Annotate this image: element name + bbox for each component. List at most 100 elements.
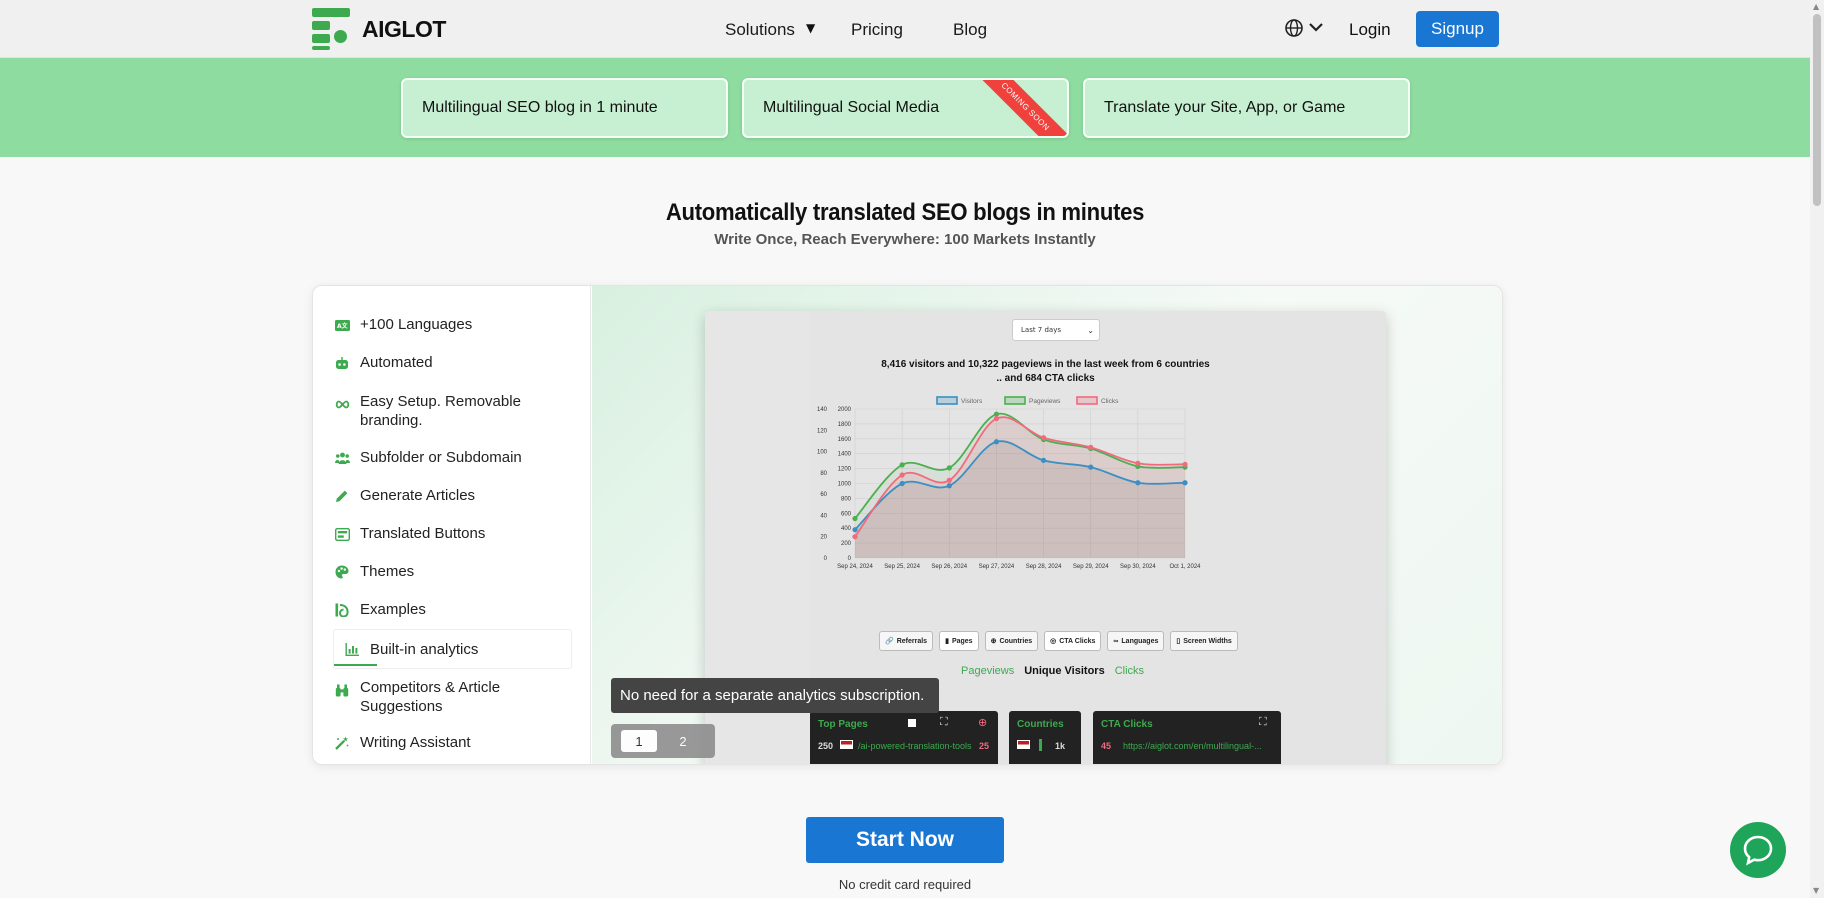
tab-countries[interactable]: ⊕ Countries [984, 631, 1039, 651]
sidebar-item-themes[interactable]: Themes [334, 563, 613, 580]
right-axis-tick-label: 1400 [838, 452, 852, 458]
chat-widget-button[interactable] [1730, 822, 1786, 878]
countries-card: Countries 1k [1009, 711, 1081, 764]
fullscreen-icon[interactable]: ⛶ [1259, 716, 1267, 729]
phone-icon: ▯ [1176, 638, 1181, 645]
data-point-visitors [1182, 480, 1188, 486]
stop-icon[interactable] [908, 719, 916, 727]
card-translate-site[interactable]: Translate your Site, App, or Game [1083, 78, 1410, 138]
login-link[interactable]: Login [1349, 20, 1391, 40]
series-area-clicks [855, 417, 1185, 558]
row-path[interactable]: /ai-powered-translation-tools [858, 741, 972, 751]
mode-clicks[interactable]: Clicks [1115, 665, 1144, 677]
legend-label: Clicks [1101, 398, 1119, 405]
right-axis-tick-label: 1200 [838, 467, 852, 473]
sidebar-item-languages[interactable]: A文 +100 Languages [334, 316, 613, 333]
fullscreen-icon[interactable]: ⛶ [940, 716, 948, 729]
tab-screen-widths[interactable]: ▯ Screen Widths [1170, 631, 1238, 651]
logo-text: AIGLOT [362, 15, 446, 42]
binoculars-icon [334, 682, 350, 698]
card-label: Multilingual SEO blog in 1 minute [422, 99, 658, 116]
sidebar-item-subfolder[interactable]: Subfolder or Subdomain [334, 449, 613, 466]
x-axis-tick-label: Oct 1, 2024 [1169, 564, 1201, 570]
legend-label: Visitors [961, 398, 983, 405]
caret-down-icon[interactable]: ▼ [806, 21, 815, 35]
data-point-pageviews [899, 462, 905, 468]
data-point-clicks [993, 415, 1000, 422]
aiglot-logo-icon [312, 8, 356, 50]
sidebar-item-label: Examples [360, 601, 426, 618]
flag-us-icon [840, 740, 853, 749]
nav-blog[interactable]: Blog [953, 20, 987, 40]
translate-icon: A文 [334, 317, 350, 333]
row-value: 1k [1055, 741, 1066, 751]
x-axis-tick-label: Sep 25, 2024 [884, 564, 920, 570]
sidebar-item-label: Competitors & Article Suggestions [360, 679, 501, 715]
coming-soon-ribbon: COMING SOON [967, 80, 1067, 136]
data-point-clicks [852, 534, 858, 540]
scroll-down-icon[interactable]: ▼ [1813, 886, 1819, 895]
sidebar-item-writing[interactable]: Writing Assistant [334, 734, 613, 751]
flag-us-icon [1017, 740, 1030, 749]
tab-referrals[interactable]: 🔗 Referrals [879, 631, 934, 651]
row-count: 250 [818, 741, 834, 751]
palette-icon [334, 564, 350, 580]
page-subtitle: Write Once, Reach Everywhere: 100 Market… [714, 231, 1096, 248]
chevron-down-icon[interactable] [1308, 19, 1324, 35]
data-point-visitors [1088, 464, 1094, 470]
legend-label: Pageviews [1029, 398, 1061, 405]
sidebar-item-competitors[interactable]: Competitors & Article Suggestions [334, 678, 544, 716]
data-point-visitors [899, 480, 905, 487]
right-axis-tick-label: 200 [841, 541, 852, 547]
x-axis-tick-label: Sep 26, 2024 [931, 564, 967, 570]
tab-cta-clicks[interactable]: ◎ CTA Clicks [1044, 631, 1102, 651]
target-icon[interactable]: ⊕ [978, 716, 987, 729]
logo[interactable]: AIGLOT [312, 8, 446, 50]
signup-button[interactable]: Signup [1416, 11, 1499, 47]
nav-solutions[interactable]: Solutions [725, 20, 795, 40]
x-axis-tick-label: Sep 28, 2024 [1026, 564, 1062, 570]
sidebar-item-buttons[interactable]: Translated Buttons [334, 525, 613, 542]
data-point-pageviews [946, 465, 952, 471]
left-axis-tick-label: 40 [820, 513, 827, 519]
left-axis-tick-label: 0 [824, 556, 828, 562]
legend-swatch [1004, 396, 1026, 405]
card-title: CTA Clicks [1101, 719, 1153, 730]
data-point-visitors [852, 527, 858, 533]
language-icon: ∞ [1113, 637, 1119, 645]
sidebar-item-automated[interactable]: Automated [334, 354, 613, 371]
row-url[interactable]: https://aiglot.com/en/multilingual-... [1123, 741, 1262, 751]
card-seo-blog[interactable]: Multilingual SEO blog in 1 minute [401, 78, 728, 138]
scroll-up-icon[interactable]: ▲ [1813, 2, 1819, 11]
card-social-media[interactable]: Multilingual Social Media COMING SOON [742, 78, 1069, 138]
sidebar-item-easy-setup[interactable]: Easy Setup. Removable branding. [334, 392, 534, 430]
tab-pages[interactable]: ▮ Pages [939, 631, 979, 651]
sidebar-item-label: Easy Setup. Removable branding. [360, 393, 521, 429]
legend-swatch [1076, 396, 1098, 405]
right-axis-tick-label: 1600 [838, 437, 852, 443]
mode-pageviews[interactable]: Pageviews [961, 665, 1014, 677]
tab-languages[interactable]: ∞ Languages [1107, 631, 1165, 651]
slide-pager: 1 2 [611, 724, 715, 758]
data-point-clicks [946, 477, 952, 483]
scrollbar-thumb[interactable] [1813, 14, 1821, 206]
sidebar-item-analytics[interactable]: Built-in analytics [334, 630, 571, 668]
sidebar-item-label: Generate Articles [360, 487, 476, 504]
active-indicator [334, 664, 377, 666]
card-label: Multilingual Social Media [763, 99, 940, 116]
page-button-1[interactable]: 1 [621, 730, 657, 752]
sidebar-item-examples[interactable]: Examples [334, 601, 613, 618]
top-pages-card: Top Pages ⛶ ⊕ 250 /ai-powered-translatio… [810, 711, 998, 764]
page-button-2[interactable]: 2 [665, 730, 701, 752]
mode-unique-visitors[interactable]: Unique Visitors [1024, 665, 1104, 677]
nav-pricing[interactable]: Pricing [851, 20, 903, 40]
globe-icon[interactable] [1284, 18, 1304, 38]
start-now-button[interactable]: Start Now [806, 817, 1004, 863]
page-scrollbar[interactable]: ▲ ▼ [1810, 0, 1824, 898]
row-value: 25 [979, 741, 990, 751]
right-axis-tick-label: 800 [841, 496, 852, 502]
card-label: Translate your Site, App, or Game [1104, 99, 1346, 116]
sidebar-item-generate[interactable]: Generate Articles [334, 487, 613, 504]
svg-text:A文: A文 [337, 322, 349, 330]
left-axis-tick-label: 20 [820, 535, 827, 541]
